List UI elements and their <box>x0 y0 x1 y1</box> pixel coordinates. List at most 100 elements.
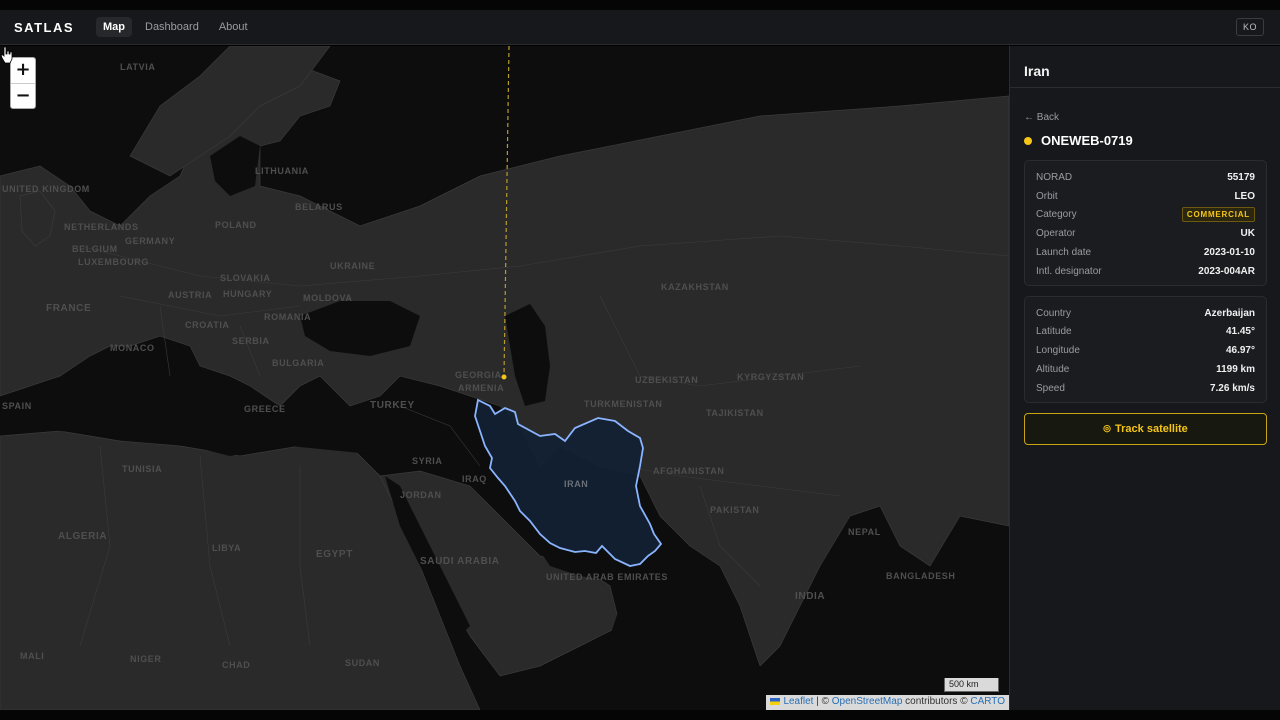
map-label: FRANCE <box>46 303 92 314</box>
map-label: SYRIA <box>412 456 443 466</box>
map-label: JORDAN <box>400 490 442 500</box>
detail-row-orbit: Orbit LEO <box>1036 187 1255 206</box>
detail-value: UK <box>1240 228 1255 240</box>
map-label: LIBYA <box>212 543 242 553</box>
map-label: LATVIA <box>120 62 156 72</box>
app-header: SATLAS Map Dashboard About KO <box>0 10 1280 45</box>
map-label: NETHERLANDS <box>64 222 139 232</box>
nav-item-dashboard[interactable]: Dashboard <box>138 17 206 37</box>
leaflet-link[interactable]: Leaflet <box>783 696 813 707</box>
attribution-text: contributors © <box>905 696 968 707</box>
satellite-status-dot-icon <box>1024 136 1032 145</box>
details-panel: Iran ← Back ONEWEB-0719 NORAD 55179 Orbit… <box>1009 46 1280 710</box>
detail-row-norad: NORAD 55179 <box>1036 168 1255 187</box>
map-label: UNITED ARAB EMIRATES <box>546 572 668 582</box>
position-value: Azerbaijan <box>1204 307 1255 319</box>
map-label: BELGIUM <box>72 244 118 254</box>
map-label: MONACO <box>110 343 155 353</box>
map-label: SLOVAKIA <box>220 273 271 283</box>
detail-row-intl-designator: Intl. designator 2023-004AR <box>1036 262 1255 281</box>
satellite-marker <box>501 374 507 380</box>
map-label: CROATIA <box>185 320 230 330</box>
map-label: MOLDOVA <box>303 293 353 303</box>
target-icon: ◎ <box>1103 423 1112 434</box>
map-label: POLAND <box>215 220 257 230</box>
map-label-iran: IRAN <box>564 479 589 489</box>
osm-link[interactable]: OpenStreetMap <box>832 696 903 707</box>
position-key: Longitude <box>1036 345 1080 357</box>
position-value: 7.26 km/s <box>1209 382 1255 394</box>
ukraine-flag-icon <box>770 697 781 705</box>
top-strip <box>0 0 1280 10</box>
nav-item-map[interactable]: Map <box>96 17 132 37</box>
map-label: BULGARIA <box>272 358 325 368</box>
position-key: Altitude <box>1036 364 1070 376</box>
detail-value: LEO <box>1234 190 1255 202</box>
map-label: TURKEY <box>370 400 415 411</box>
map-label: AUSTRIA <box>168 290 213 300</box>
map-scale-bar: 500 km <box>944 678 999 692</box>
carto-link[interactable]: CARTO <box>970 696 1005 707</box>
map-label: KAZAKHSTAN <box>661 282 729 292</box>
attribution-separator: | © <box>816 696 829 707</box>
zoom-out-button[interactable]: − <box>11 83 35 108</box>
map-label: GERMANY <box>125 236 176 246</box>
map-label: BANGLADESH <box>886 571 956 581</box>
language-toggle[interactable]: KO <box>1235 18 1264 36</box>
position-value: 1199 km <box>1216 364 1255 376</box>
position-key: Country <box>1036 307 1072 319</box>
position-row-country: Country Azerbaijan <box>1036 304 1255 323</box>
satellite-header: ONEWEB-0719 <box>1024 133 1280 148</box>
map-label: SERBIA <box>232 336 270 346</box>
map-label: UKRAINE <box>330 261 376 271</box>
track-satellite-label: Track satellite <box>1115 422 1188 435</box>
satellite-name: ONEWEB-0719 <box>1041 133 1133 148</box>
detail-key: Category <box>1036 209 1077 221</box>
detail-value: 55179 <box>1227 171 1255 183</box>
detail-row-operator: Operator UK <box>1036 224 1255 243</box>
map-label: SAUDI ARABIA <box>420 556 500 567</box>
track-satellite-button[interactable]: ◎ Track satellite <box>1024 412 1267 445</box>
position-value: 41.45° <box>1225 326 1255 338</box>
position-row-latitude: Latitude 41.45° <box>1036 323 1255 342</box>
position-value: 46.97° <box>1225 345 1255 357</box>
map-label: PAKISTAN <box>710 505 760 515</box>
nav-item-about[interactable]: About <box>212 17 255 37</box>
world-map[interactable]: LATVIA LITHUANIA BELARUS POLAND GERMANY … <box>0 46 1009 710</box>
map-label: NEPAL <box>848 527 881 537</box>
map-label: TURKMENISTAN <box>584 399 663 409</box>
map-label: GEORGIA <box>455 370 502 380</box>
position-row-speed: Speed 7.26 km/s <box>1036 379 1255 398</box>
map-label: BELARUS <box>295 202 343 212</box>
map-label: ALGERIA <box>58 531 108 542</box>
map-label: SUDAN <box>345 658 381 668</box>
map-label: SPAIN <box>2 401 32 411</box>
hand-cursor-icon <box>0 46 13 64</box>
map-label: UNITED KINGDOM <box>2 184 90 194</box>
map-label: ROMANIA <box>264 312 312 322</box>
detail-key: NORAD <box>1036 171 1073 183</box>
map-label: TUNISIA <box>122 464 163 474</box>
app-logo[interactable]: SATLAS <box>14 20 94 35</box>
map-label: EGYPT <box>316 549 353 560</box>
detail-value: 2023-004AR <box>1198 265 1255 277</box>
position-row-longitude: Longitude 46.97° <box>1036 341 1255 360</box>
map-label: AFGHANISTAN <box>653 466 725 476</box>
map-label: UZBEKISTAN <box>635 375 699 385</box>
detail-key: Orbit <box>1036 190 1058 202</box>
detail-key: Launch date <box>1036 247 1092 259</box>
map-label: ARMENIA <box>458 383 505 393</box>
bay-of-bengal <box>860 596 1009 710</box>
panel-title: Iran <box>1010 46 1280 88</box>
detail-key: Operator <box>1036 228 1076 240</box>
map-label: TAJIKISTAN <box>706 408 764 418</box>
map-label: HUNGARY <box>223 289 273 299</box>
detail-key: Intl. designator <box>1036 265 1102 277</box>
position-key: Speed <box>1036 382 1065 394</box>
position-row-altitude: Altitude 1199 km <box>1036 360 1255 379</box>
map-label: LUXEMBOURG <box>78 257 149 267</box>
zoom-in-button[interactable]: + <box>11 58 35 83</box>
back-link[interactable]: ← Back <box>1024 112 1280 123</box>
map-basemap <box>0 46 1009 710</box>
zoom-control: + − <box>10 57 36 109</box>
